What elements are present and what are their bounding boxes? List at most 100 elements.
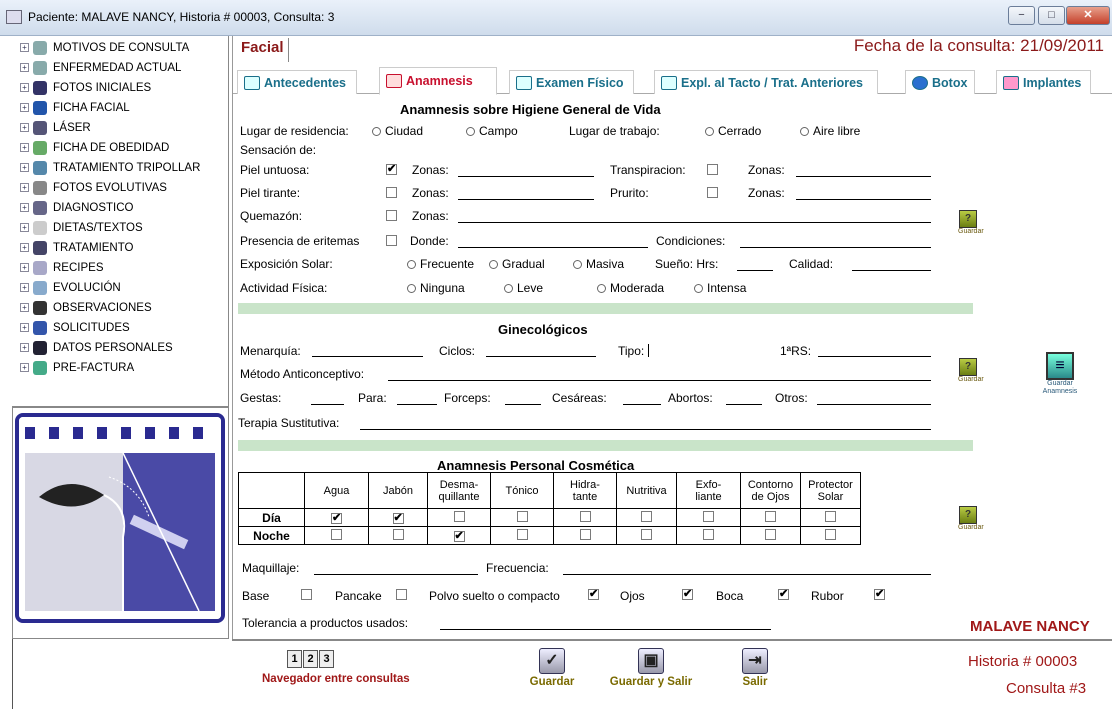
sidebar-item[interactable]: + LÁSER	[20, 118, 91, 137]
tolerancia-field[interactable]	[440, 629, 771, 630]
rubor-checkbox[interactable]	[874, 589, 885, 600]
guardar-salir-button[interactable]: ▣ Guardar y Salir	[606, 648, 696, 688]
rs-field[interactable]	[818, 356, 931, 357]
abortos-field[interactable]	[726, 404, 762, 405]
nav-page-3[interactable]: 3	[319, 650, 334, 668]
radio-intensa[interactable]: Intensa	[694, 281, 746, 295]
cosmetic-checkbox[interactable]	[516, 510, 528, 522]
ojos-checkbox[interactable]	[682, 589, 693, 600]
guardar-higiene-button[interactable]: ? Guardar	[958, 210, 984, 236]
guardar-cosmetica-button[interactable]: ? Guardar	[958, 506, 984, 532]
sidebar-item[interactable]: + OBSERVACIONES	[20, 298, 152, 317]
otros-field[interactable]	[817, 404, 931, 405]
sidebar-item[interactable]: + TRATAMIENTO	[20, 238, 134, 257]
sidebar-item[interactable]: + ENFERMEDAD ACTUAL	[20, 58, 181, 77]
expand-icon[interactable]: +	[20, 143, 29, 152]
expand-icon[interactable]: +	[20, 303, 29, 312]
zonas-field[interactable]	[796, 199, 931, 200]
sidebar-item[interactable]: + DIAGNOSTICO	[20, 198, 134, 217]
expand-icon[interactable]: +	[20, 223, 29, 232]
sidebar-item[interactable]: + FOTOS EVOLUTIVAS	[20, 178, 167, 197]
zonas-field[interactable]	[458, 199, 594, 200]
ciclos-field[interactable]	[486, 356, 596, 357]
maximize-button[interactable]: □	[1038, 6, 1065, 25]
tab-examen-fisico[interactable]: Examen Físico	[509, 70, 634, 94]
tipo-cursor[interactable]	[648, 344, 649, 357]
nav-page-2[interactable]: 2	[303, 650, 318, 668]
sidebar-item[interactable]: + SOLICITUDES	[20, 318, 130, 337]
salir-button[interactable]: ⇥ Salir	[730, 648, 780, 688]
guardar-gineco-button[interactable]: ? Guardar	[958, 358, 984, 384]
cosmetic-checkbox[interactable]	[453, 530, 465, 542]
frecuencia-field[interactable]	[563, 574, 931, 575]
facial-tab[interactable]: Facial	[237, 38, 289, 62]
sidebar-item[interactable]: + EVOLUCIÓN	[20, 278, 121, 297]
tab-implantes[interactable]: Implantes	[996, 70, 1091, 94]
cosmetic-checkbox[interactable]	[703, 528, 714, 540]
cosmetic-checkbox[interactable]	[641, 510, 652, 522]
donde-field[interactable]	[458, 247, 648, 248]
radio-gradual[interactable]: Gradual	[489, 257, 545, 271]
piel-tirante-checkbox[interactable]	[386, 187, 397, 198]
guardar-button[interactable]: ✓ Guardar	[522, 648, 582, 688]
metodo-field[interactable]	[388, 380, 931, 381]
radio-ciudad[interactable]: Ciudad	[372, 124, 423, 138]
expand-icon[interactable]: +	[20, 183, 29, 192]
nav-page-1[interactable]: 1	[287, 650, 302, 668]
cosmetic-checkbox[interactable]	[392, 528, 404, 540]
radio-moderada[interactable]: Moderada	[597, 281, 664, 295]
eritemas-checkbox[interactable]	[386, 235, 397, 246]
expand-icon[interactable]: +	[20, 63, 29, 72]
expand-icon[interactable]: +	[20, 283, 29, 292]
cosmetic-checkbox[interactable]	[392, 512, 404, 524]
expand-icon[interactable]: +	[20, 43, 29, 52]
piel-untuosa-checkbox[interactable]	[386, 164, 397, 175]
cosmetic-checkbox[interactable]	[825, 510, 836, 522]
zonas-field[interactable]	[796, 176, 931, 177]
sidebar-item[interactable]: + FOTOS INICIALES	[20, 78, 151, 97]
sidebar-item[interactable]: + TRATAMIENTO TRIPOLLAR	[20, 158, 200, 177]
minimize-button[interactable]: −	[1008, 6, 1035, 25]
quemazon-checkbox[interactable]	[386, 210, 397, 221]
cosmetic-checkbox[interactable]	[765, 528, 776, 540]
radio-aire-libre[interactable]: Aire libre	[800, 124, 860, 138]
zonas-field[interactable]	[458, 222, 931, 223]
radio-cerrado[interactable]: Cerrado	[705, 124, 761, 138]
tab-antecedentes[interactable]: Antecedentes	[237, 70, 357, 94]
sidebar-item[interactable]: + DIETAS/TEXTOS	[20, 218, 143, 237]
sidebar-item[interactable]: + RECIPES	[20, 258, 104, 277]
pancake-checkbox[interactable]	[396, 589, 407, 600]
cosmetic-checkbox[interactable]	[765, 510, 776, 522]
prurito-checkbox[interactable]	[707, 187, 718, 198]
radio-campo[interactable]: Campo	[466, 124, 518, 138]
cosmetic-checkbox[interactable]	[453, 510, 465, 522]
calidad-field[interactable]	[852, 270, 931, 271]
radio-masiva[interactable]: Masiva	[573, 257, 624, 271]
sueno-field[interactable]	[737, 270, 773, 271]
sidebar-item[interactable]: + FICHA FACIAL	[20, 98, 130, 117]
sidebar-item[interactable]: + MOTIVOS DE CONSULTA	[20, 38, 189, 57]
guardar-anamnesis-button[interactable]: ≡ Guardar Anamnesis	[1030, 352, 1090, 396]
cosmetic-checkbox[interactable]	[579, 510, 591, 522]
expand-icon[interactable]: +	[20, 343, 29, 352]
tab-anamnesis[interactable]: Anamnesis	[379, 67, 497, 95]
forceps-field[interactable]	[505, 404, 541, 405]
para-field[interactable]	[397, 404, 437, 405]
cosmetic-checkbox[interactable]	[703, 510, 714, 522]
radio-ninguna[interactable]: Ninguna	[407, 281, 465, 295]
expand-icon[interactable]: +	[20, 163, 29, 172]
zonas-field[interactable]	[458, 176, 594, 177]
maquillaje-field[interactable]	[314, 574, 478, 575]
radio-leve[interactable]: Leve	[504, 281, 543, 295]
expand-icon[interactable]: +	[20, 123, 29, 132]
polvo-checkbox[interactable]	[588, 589, 599, 600]
cesareas-field[interactable]	[623, 404, 661, 405]
sidebar-item[interactable]: + FICHA DE OBEDIDAD	[20, 138, 169, 157]
expand-icon[interactable]: +	[20, 243, 29, 252]
cosmetic-checkbox[interactable]	[579, 528, 591, 540]
tab-expl-tacto[interactable]: Expl. al Tacto / Trat. Anteriores	[654, 70, 878, 94]
cosmetic-checkbox[interactable]	[641, 528, 652, 540]
sidebar-item[interactable]: + PRE-FACTURA	[20, 358, 134, 377]
transpiracion-checkbox[interactable]	[707, 164, 718, 175]
cosmetic-checkbox[interactable]	[516, 528, 528, 540]
